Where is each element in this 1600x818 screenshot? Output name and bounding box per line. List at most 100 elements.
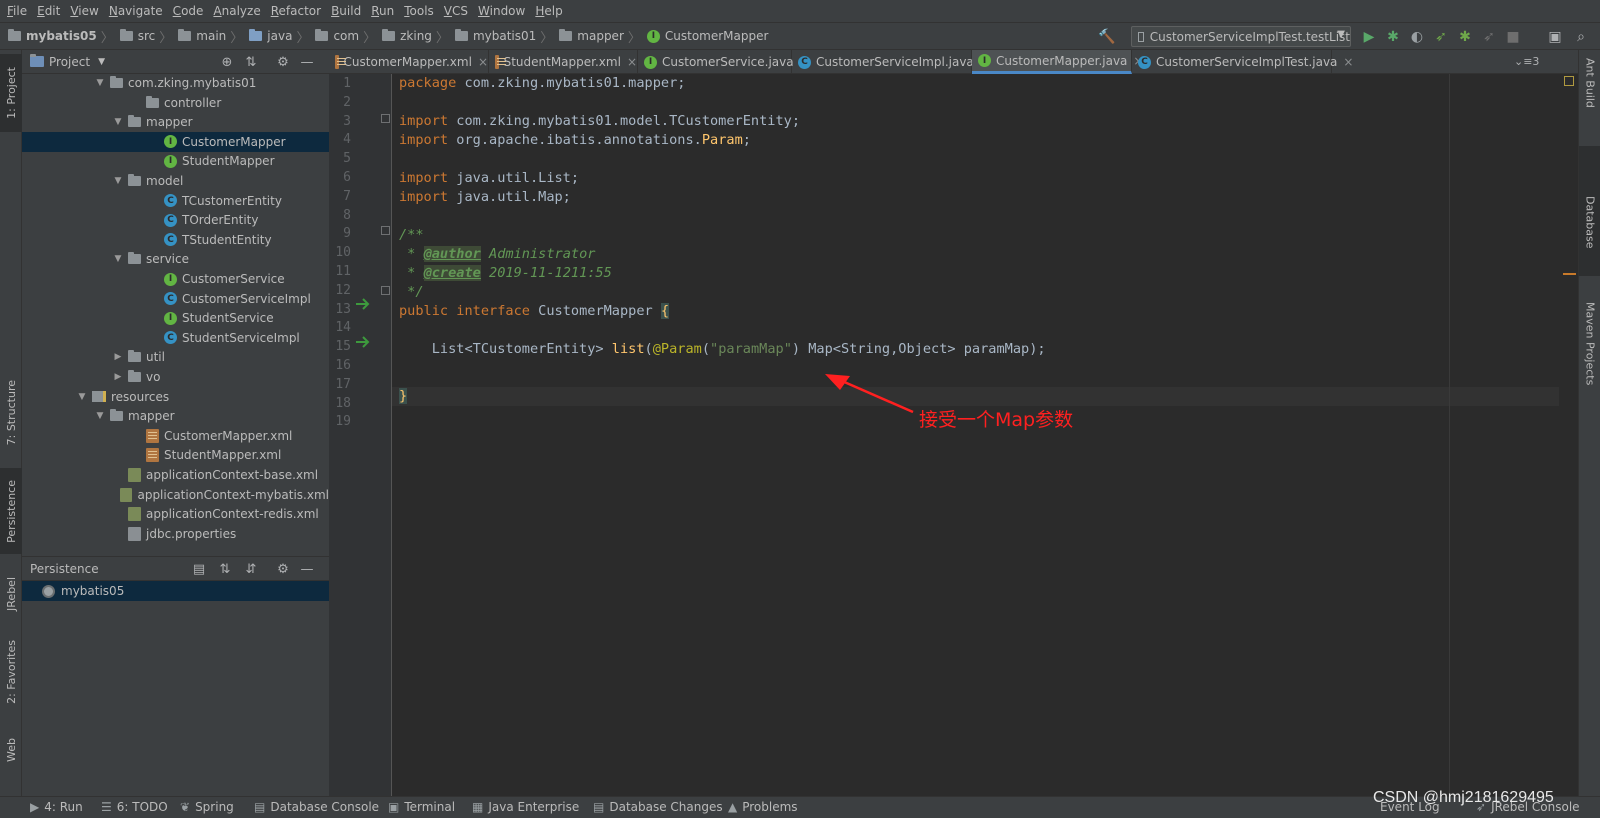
menu-build[interactable]: Build: [326, 0, 366, 22]
gear-icon[interactable]: ⚙: [274, 53, 292, 71]
tab-project[interactable]: 1: Project: [0, 54, 22, 132]
tool-java-enterprise[interactable]: ▦ Java Enterprise: [472, 800, 579, 814]
expand-arrow-icon[interactable]: ▼: [112, 176, 124, 186]
breadcrumb-item[interactable]: mapper 〉: [559, 27, 647, 46]
tool-run[interactable]: ▶ 4: Run: [30, 800, 83, 814]
tree-item[interactable]: C TStudentEntity: [22, 230, 329, 250]
expand-arrow-icon[interactable]: ▼: [94, 78, 106, 88]
tree-item[interactable]: ▼ com.zking.mybatis01: [22, 75, 329, 93]
implemented-arrow-icon[interactable]: [355, 334, 371, 350]
collapse-arrow-icon[interactable]: ▶: [112, 352, 124, 362]
breadcrumb-item[interactable]: mybatis01 〉: [454, 27, 559, 46]
fold-marker-icon[interactable]: [381, 114, 390, 123]
close-icon[interactable]: ×: [1343, 55, 1353, 69]
tree-item[interactable]: I CustomerService: [22, 269, 329, 289]
persistence-item-mybatis05[interactable]: mybatis05: [22, 581, 329, 601]
tree-item[interactable]: I StudentService: [22, 308, 329, 328]
inspection-status-icon[interactable]: [1564, 76, 1574, 86]
editor-tab[interactable]: C CustomerServiceImplTest.java ×: [1132, 50, 1353, 74]
collapse-all-icon[interactable]: ⇵: [242, 560, 260, 578]
fold-marker-icon[interactable]: [381, 226, 390, 235]
tree-item[interactable]: ▶ vo: [22, 367, 329, 387]
breadcrumb-item[interactable]: I CustomerMapper: [646, 29, 768, 43]
tree-item[interactable]: C StudentServiceImpl: [22, 328, 329, 348]
breadcrumb-item[interactable]: com 〉: [315, 27, 382, 46]
jrebel-run-icon[interactable]: ➶: [1432, 28, 1450, 46]
coverage-icon[interactable]: ◐: [1408, 28, 1426, 46]
menu-code[interactable]: Code: [168, 0, 209, 22]
tree-item[interactable]: ▼ mapper: [22, 112, 329, 132]
collapse-arrow-icon[interactable]: ▶: [112, 372, 124, 382]
menu-run[interactable]: Run: [366, 0, 399, 22]
tree-item[interactable]: applicationContext-mybatis.xml: [22, 485, 329, 505]
locate-icon[interactable]: ⊕: [218, 53, 236, 71]
tab-jrebel[interactable]: JRebel: [0, 564, 22, 624]
tree-item[interactable]: C TOrderEntity: [22, 210, 329, 230]
hide-icon[interactable]: —: [298, 560, 316, 578]
tab-ant-build[interactable]: Ant Build: [1579, 58, 1600, 136]
expand-arrow-icon[interactable]: ▼: [112, 254, 124, 264]
run-icon[interactable]: ▶: [1360, 28, 1378, 46]
tree-item[interactable]: ▶ util: [22, 347, 329, 367]
implemented-arrow-icon[interactable]: [355, 296, 371, 312]
editor-tab[interactable]: CustomerMapper.xml ×: [329, 50, 489, 74]
menu-view[interactable]: View: [65, 0, 103, 22]
tree-item[interactable]: ▼ model: [22, 171, 329, 191]
breadcrumb-item[interactable]: main 〉: [178, 27, 249, 46]
tab-web[interactable]: Web: [0, 726, 22, 774]
editor-tab[interactable]: ICustomerMapper.java×: [972, 50, 1143, 74]
tab-favorites[interactable]: 2: Favorites: [0, 630, 22, 714]
tab-structure[interactable]: 7: Structure: [0, 368, 22, 458]
debug-icon[interactable]: ✱: [1384, 28, 1402, 46]
menu-edit[interactable]: Edit: [32, 0, 65, 22]
jrebel-debug-icon[interactable]: ✱: [1456, 28, 1474, 46]
tree-item[interactable]: I StudentMapper: [22, 151, 329, 171]
run-configuration-select[interactable]: CustomerServiceImplTest.testList ▼: [1131, 26, 1351, 47]
editor-tab[interactable]: StudentMapper.xml ×: [489, 50, 638, 74]
tool-database-changes[interactable]: ▤ Database Changes: [593, 800, 723, 814]
tree-item[interactable]: jdbc.properties: [22, 524, 329, 544]
menu-vcs[interactable]: VCS: [439, 0, 473, 22]
tree-item[interactable]: ▼ mapper: [22, 406, 329, 426]
warning-marker[interactable]: [1563, 273, 1576, 275]
fold-marker-icon[interactable]: [381, 286, 390, 295]
tab-maven-projects[interactable]: Maven Projects: [1579, 282, 1600, 385]
tree-item[interactable]: applicationContext-redis.xml: [22, 504, 329, 524]
chevron-down-icon[interactable]: ▼: [98, 57, 105, 67]
menu-analyze[interactable]: Analyze: [208, 0, 265, 22]
tool-database-console[interactable]: ▤ Database Console: [254, 800, 379, 814]
search-everywhere-icon[interactable]: ⌕: [1572, 28, 1590, 46]
tree-item[interactable]: ▼ resources: [22, 387, 329, 407]
editor-tab[interactable]: ICustomerService.java×: [638, 50, 810, 74]
expand-arrow-icon[interactable]: ▼: [76, 392, 88, 402]
hide-icon[interactable]: —: [298, 53, 316, 71]
tab-database[interactable]: Database: [1579, 146, 1600, 276]
menu-help[interactable]: Help: [530, 0, 567, 22]
menu-refactor[interactable]: Refactor: [266, 0, 326, 22]
breadcrumb-item[interactable]: src 〉: [119, 27, 179, 46]
expand-arrow-icon[interactable]: ▼: [112, 117, 124, 127]
expand-arrow-icon[interactable]: ▼: [94, 411, 106, 421]
collapse-all-icon[interactable]: ⇅: [242, 53, 260, 71]
tree-item[interactable]: CustomerMapper.xml: [22, 426, 329, 446]
breadcrumb-item[interactable]: mybatis05 〉: [8, 27, 120, 46]
menu-tools[interactable]: Tools: [399, 0, 439, 22]
stop-icon[interactable]: ■: [1504, 28, 1522, 46]
tree-item[interactable]: I CustomerMapper: [22, 131, 329, 152]
gear-icon[interactable]: ⚙: [274, 560, 292, 578]
tab-persistence[interactable]: Persistence: [0, 468, 22, 554]
project-structure-icon[interactable]: ▣: [1546, 28, 1564, 46]
project-panel-title[interactable]: Project: [49, 55, 90, 69]
breadcrumb-item[interactable]: zking 〉: [382, 27, 455, 46]
expand-all-icon[interactable]: ⇅: [216, 560, 234, 578]
tool-todo[interactable]: ☰ 6: TODO: [101, 800, 168, 814]
attach-icon[interactable]: ➶: [1480, 28, 1498, 46]
build-hammer-icon[interactable]: 🔨: [1098, 28, 1116, 46]
tabs-overflow-menu[interactable]: ⌄≡3: [1514, 55, 1539, 68]
code-editor[interactable]: 1 2 3 4 5 6 7 8 9 10 11 12 13 14 15 16 17 18 19 package co…: [329, 74, 1578, 796]
tool-terminal[interactable]: ▣ Terminal: [388, 800, 455, 814]
tree-item[interactable]: controller: [22, 93, 329, 113]
console-icon[interactable]: ▤: [190, 560, 208, 578]
tree-item[interactable]: StudentMapper.xml: [22, 445, 329, 465]
tree-item[interactable]: applicationContext-base.xml: [22, 465, 329, 485]
